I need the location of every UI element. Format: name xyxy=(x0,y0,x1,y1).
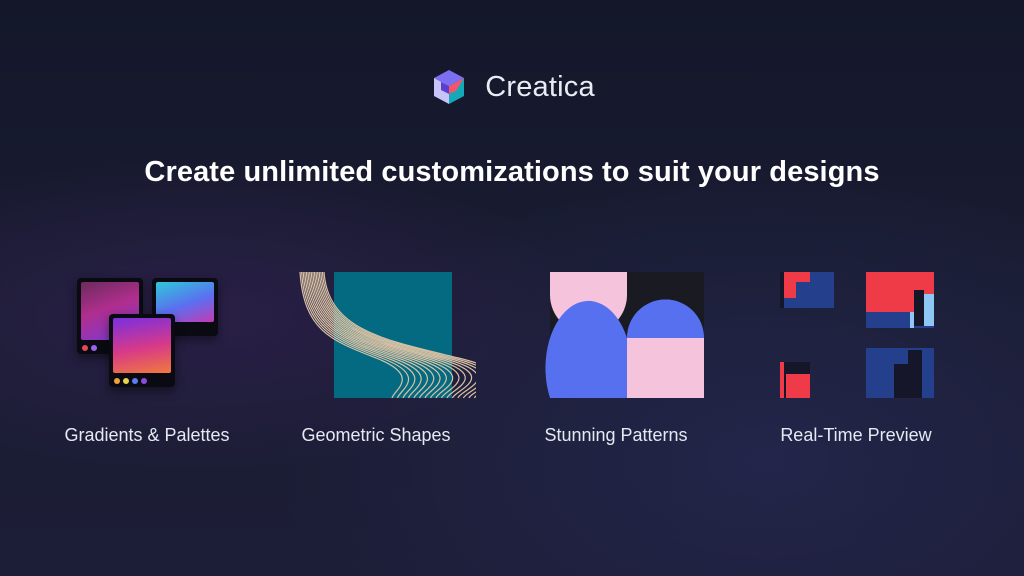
brand-name: Creatica xyxy=(485,70,595,103)
feature-label: Gradients & Palettes xyxy=(64,425,230,445)
feature-geometric-shapes: Geometric Shapes xyxy=(276,270,498,445)
feature-gradients-palettes: Gradients & Palettes xyxy=(47,270,247,445)
creatica-logo-icon xyxy=(434,70,465,104)
geometric-curves-icon xyxy=(299,271,498,399)
half-circle-pattern-icon xyxy=(545,272,704,398)
feature-label: Real-Time Preview xyxy=(780,425,932,445)
feature-label: Stunning Patterns xyxy=(544,425,688,445)
gradient-cards-icon xyxy=(47,270,247,400)
brand-header: Creatica xyxy=(0,66,1024,108)
feature-label: Geometric Shapes xyxy=(301,425,451,445)
page-headline: Create unlimited customizations to suit … xyxy=(144,156,880,188)
feature-real-time-preview: Real-Time Preview xyxy=(756,270,956,445)
pixel-preview-icon xyxy=(780,272,934,398)
feature-stunning-patterns: Stunning Patterns xyxy=(516,270,716,445)
